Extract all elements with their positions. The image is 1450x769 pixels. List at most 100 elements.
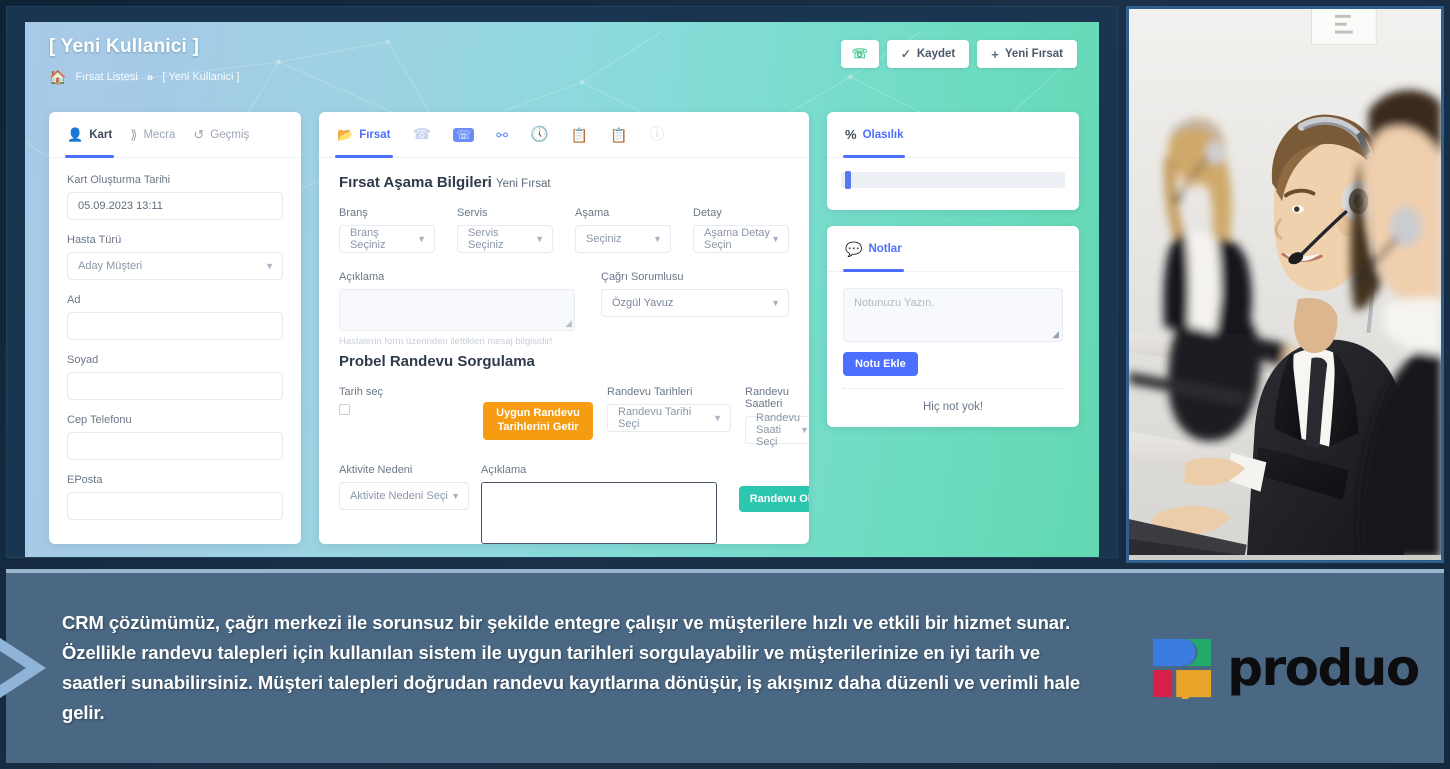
resize-grip-icon[interactable]: ◢ xyxy=(1052,329,1059,340)
probability-slider[interactable] xyxy=(841,171,1065,189)
label-soyad: Soyad xyxy=(67,354,99,366)
sitemap-icon: ⚯ xyxy=(496,126,508,143)
clipboard-list-icon: 📋 xyxy=(610,126,628,143)
tab-mecra-label: Mecra xyxy=(143,128,176,141)
randevu-saatleri-select[interactable]: Randevu Saati Seçi ▼ xyxy=(745,412,809,448)
brans-select[interactable]: Branş Seçiniz ▼ xyxy=(339,225,435,253)
tab-notlar-label: Notlar xyxy=(868,242,902,255)
activity-row: Aktivite Nedeni Aktivite Nedeni Seçi ▼ A… xyxy=(339,464,809,544)
home-icon[interactable]: 🏠 xyxy=(49,70,66,84)
breadcrumb-current: [ Yeni Kullanici ] xyxy=(162,71,240,83)
chevron-down-icon: ▼ xyxy=(451,491,460,501)
tab-sitemap[interactable]: ⚯ xyxy=(496,112,508,158)
add-note-button[interactable]: Notu Ekle xyxy=(843,352,918,376)
tab-olasilik-label: Olasılık xyxy=(862,128,904,141)
clock-icon: 🕔 xyxy=(529,126,549,143)
card-panel: 👤 Kart ⟫ Mecra ↺ Geçmiş Kart Oluşturma T… xyxy=(49,112,301,544)
randevu-tarihleri-value: Randevu Tarihi Seçi xyxy=(618,406,692,430)
phone-slash-icon: ☎ xyxy=(412,126,432,143)
fetch-dates-wrap: Uygun Randevu Tarihlerini Getir xyxy=(483,386,593,440)
label-randevu-aciklama: Açıklama xyxy=(481,464,527,476)
phone-square-icon: ☏ xyxy=(453,127,475,142)
user-icon: 👤 xyxy=(67,127,84,142)
field-asama: Aşama Seçiniz ▼ xyxy=(575,207,671,267)
save-button[interactable]: ✓ Kaydet xyxy=(886,40,970,68)
kart-olusturma-tarihi-input[interactable]: 05.09.2023 13:11 xyxy=(67,192,283,220)
check-icon: ✓ xyxy=(900,47,911,61)
randevu-tarihleri-select[interactable]: Randevu Tarihi Seçi ▼ xyxy=(607,404,731,432)
chevron-down-icon: ▼ xyxy=(713,413,722,423)
tab-mecra[interactable]: ⟫ Mecra xyxy=(130,112,175,158)
slider-handle[interactable] xyxy=(845,171,851,189)
asama-value: Seçiniz xyxy=(586,233,622,245)
arrow-notch xyxy=(0,651,26,685)
crm-app: [ Yeni Kullanici ] 🏠 Fırsat Listesi » [ … xyxy=(25,22,1099,557)
tab-clock[interactable]: 🕔 xyxy=(530,112,549,158)
aciklama-hint: Hastalerin form üzerinden ilettikleri me… xyxy=(339,336,553,347)
detay-value: Aşama Detay Seçin xyxy=(704,227,771,251)
tab-gecmis[interactable]: ↺ Geçmiş xyxy=(193,112,249,158)
app-header: [ Yeni Kullanici ] 🏠 Fırsat Listesi » [ … xyxy=(25,22,1099,104)
label-detay: Detay xyxy=(693,207,722,219)
call-center-photo xyxy=(1126,6,1444,563)
breadcrumb-parent[interactable]: Fırsat Listesi xyxy=(75,71,137,83)
tab-clipboard-list[interactable]: 📋 xyxy=(610,112,627,158)
probability-body xyxy=(827,158,1079,210)
tab-clipboard-check[interactable]: 📋 xyxy=(571,112,588,158)
detay-select[interactable]: Aşama Detay Seçin ▼ xyxy=(693,225,789,253)
description-row: Açıklama ◢ Hastalerin form üzerinden ile… xyxy=(339,271,789,347)
field-randevu-saatleri: Randevu Saatleri Randevu Saati Seçi ▼ xyxy=(745,386,809,458)
tab-phone-square[interactable]: ☏ xyxy=(453,112,475,158)
whatsapp-button[interactable]: ☏ xyxy=(840,40,879,68)
cep-telefonu-input[interactable] xyxy=(67,432,283,460)
randevu-aciklama-textarea[interactable] xyxy=(481,482,717,544)
cagri-sorumlusu-select[interactable]: Özgül Yavuz ▼ xyxy=(601,289,789,317)
servis-select[interactable]: Servis Seçiniz ▼ xyxy=(457,225,553,253)
chevron-down-icon: ▼ xyxy=(535,234,544,244)
caption-text: CRM çözümümüz, çağrı merkezi ile sorunsu… xyxy=(62,612,1081,723)
label-brans: Branş xyxy=(339,207,368,219)
resize-grip-icon[interactable]: ◢ xyxy=(565,318,572,329)
soyad-input[interactable] xyxy=(67,372,283,400)
share-icon: ⟫ xyxy=(130,127,138,142)
tab-info[interactable]: ⓘ xyxy=(650,112,665,158)
tab-phone-slash[interactable]: ☎ xyxy=(413,112,432,158)
folder-user-icon: 📂 xyxy=(337,127,354,142)
photo-illustration xyxy=(1129,9,1441,556)
tab-firsat[interactable]: 📂 Fırsat xyxy=(335,112,393,158)
plus-icon: + xyxy=(991,46,999,62)
tab-olasilik[interactable]: % Olasılık xyxy=(842,112,906,158)
note-textarea[interactable]: Notunuzu Yazın. ◢ xyxy=(843,288,1063,342)
field-aktivite-nedeni: Aktivite Nedeni Aktivite Nedeni Seçi ▼ xyxy=(339,464,469,544)
field-randevu-aciklama: Açıklama xyxy=(481,464,717,544)
save-button-label: Kaydet xyxy=(916,48,956,60)
app-screenshot-frame: [ Yeni Kullanici ] 🏠 Fırsat Listesi » [ … xyxy=(6,6,1118,558)
note-placeholder: Notunuzu Yazın. xyxy=(854,297,935,309)
label-hasta-turu: Hasta Türü xyxy=(67,234,122,246)
ad-input[interactable] xyxy=(67,312,283,340)
new-opportunity-label: Yeni Fırsat xyxy=(1004,48,1063,60)
stage-section-title: Fırsat Aşama Bilgileri Yeni Fırsat xyxy=(339,174,789,191)
asama-select[interactable]: Seçiniz ▼ xyxy=(575,225,671,253)
tab-notlar[interactable]: 💬 Notlar xyxy=(843,226,904,272)
servis-value: Servis Seçiniz xyxy=(468,227,504,251)
chevron-down-icon: ▼ xyxy=(771,234,780,244)
fetch-available-dates-button[interactable]: Uygun Randevu Tarihlerini Getir xyxy=(483,402,593,440)
randevu-saatleri-value: Randevu Saati Seçi xyxy=(756,412,801,448)
label-tarih-sec: Tarih seç xyxy=(339,386,384,398)
tarih-sec-checkbox[interactable] xyxy=(339,404,350,415)
aciklama-textarea[interactable]: ◢ xyxy=(339,289,575,331)
comment-icon: 💬 xyxy=(845,240,863,257)
new-opportunity-button[interactable]: + Yeni Fırsat xyxy=(977,40,1077,68)
hasta-turu-select[interactable]: Aday Müşteri ▼ xyxy=(67,252,283,280)
tab-kart[interactable]: 👤 Kart xyxy=(64,112,115,158)
create-appointment-button[interactable]: Randevu Oluştur xyxy=(739,486,809,512)
label-aktivite-nedeni: Aktivite Nedeni xyxy=(339,464,413,476)
opportunity-form: Fırsat Aşama Bilgileri Yeni Fırsat Branş… xyxy=(319,158,809,544)
chevron-down-icon: ▼ xyxy=(265,261,274,271)
probability-tabstrip: % Olasılık xyxy=(827,112,1079,158)
aktivite-nedeni-select[interactable]: Aktivite Nedeni Seçi ▼ xyxy=(339,482,469,510)
breadcrumb: 🏠 Fırsat Listesi » [ Yeni Kullanici ] xyxy=(49,70,1079,84)
eposta-input[interactable] xyxy=(67,492,283,520)
create-appointment-wrap: Randevu Oluştur xyxy=(729,464,809,544)
